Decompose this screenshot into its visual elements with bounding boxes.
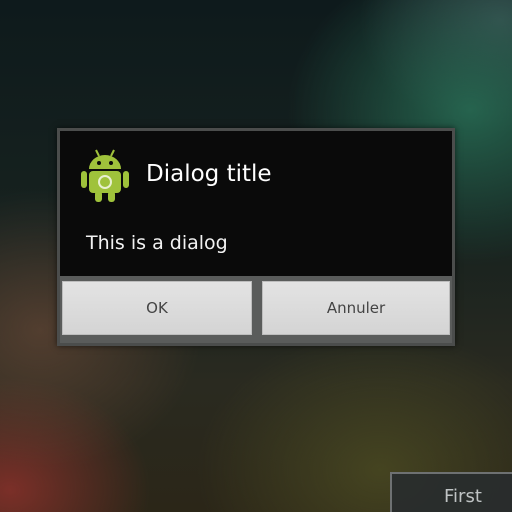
dialog-title: Dialog title [146, 161, 272, 187]
dialog-button-bar: OK Annuler [60, 276, 452, 343]
dialog-header: Dialog title [60, 131, 452, 217]
alert-dialog: Dialog title This is a dialog OK Annuler [57, 128, 455, 346]
android-robot-icon [80, 147, 130, 203]
toast-popup: First [390, 472, 512, 512]
ok-button[interactable]: OK [62, 281, 252, 335]
cancel-button[interactable]: Annuler [262, 281, 450, 335]
toast-text: First [444, 486, 482, 507]
dialog-message: This is a dialog [86, 232, 228, 254]
